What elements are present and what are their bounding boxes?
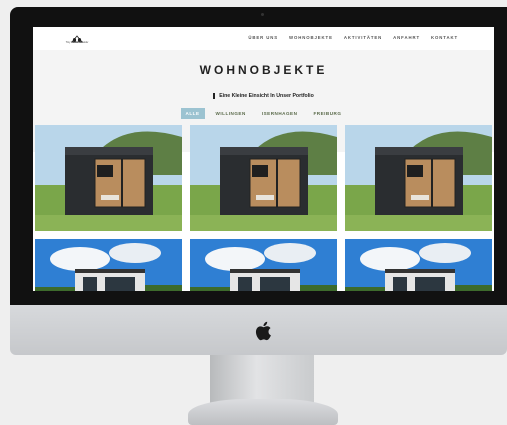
portfolio-item[interactable] bbox=[35, 125, 182, 231]
nav-item-ueber-uns[interactable]: ÜBER UNS bbox=[248, 35, 278, 40]
imac-stand-base bbox=[188, 399, 338, 425]
tiny-house-image bbox=[190, 125, 337, 231]
filter-willingen[interactable]: WILLINGEN bbox=[211, 108, 251, 119]
site-logo[interactable]: Tiny House Kollektiv bbox=[63, 31, 91, 46]
logo-caption: Tiny House Kollektiv bbox=[65, 41, 89, 44]
portfolio-item[interactable] bbox=[190, 125, 337, 231]
modern-house-image bbox=[35, 239, 182, 291]
apple-logo-icon bbox=[255, 321, 271, 341]
nav-item-aktivitaeten[interactable]: AKTIVITÄTEN bbox=[344, 35, 382, 40]
website-screen: Tiny House Kollektiv ÜBER UNS WOHNOBJEKT… bbox=[33, 27, 494, 291]
filter-bar: ALLE WILLINGEN ISERNHAGEN FREIBURG bbox=[33, 108, 494, 119]
filter-isernhagen[interactable]: ISERNHAGEN bbox=[257, 108, 303, 119]
filter-alle[interactable]: ALLE bbox=[180, 108, 205, 119]
portfolio-item[interactable] bbox=[190, 239, 337, 291]
portfolio-item[interactable] bbox=[35, 239, 182, 291]
modern-house-image bbox=[345, 239, 492, 291]
nav-item-wohnobjekte[interactable]: WOHNOBJEKTE bbox=[289, 35, 333, 40]
portfolio-item[interactable] bbox=[345, 239, 492, 291]
nav-item-kontakt[interactable]: KONTAKT bbox=[431, 35, 458, 40]
page-subtitle: Eine Kleine Einsicht In Unser Portfolio bbox=[213, 93, 314, 99]
tiny-house-image bbox=[35, 125, 182, 231]
page-title: WOHNOBJEKTE bbox=[199, 63, 328, 77]
camera-icon bbox=[261, 13, 264, 16]
filter-freiburg[interactable]: FREIBURG bbox=[308, 108, 346, 119]
portfolio-item[interactable] bbox=[345, 125, 492, 231]
tiny-house-image bbox=[345, 125, 492, 231]
top-navigation: Tiny House Kollektiv ÜBER UNS WOHNOBJEKT… bbox=[33, 27, 494, 51]
nav-item-anfahrt[interactable]: ANFAHRT bbox=[393, 35, 420, 40]
main-menu: ÜBER UNS WOHNOBJEKTE AKTIVITÄTEN ANFAHRT… bbox=[248, 35, 458, 40]
modern-house-image bbox=[190, 239, 337, 291]
